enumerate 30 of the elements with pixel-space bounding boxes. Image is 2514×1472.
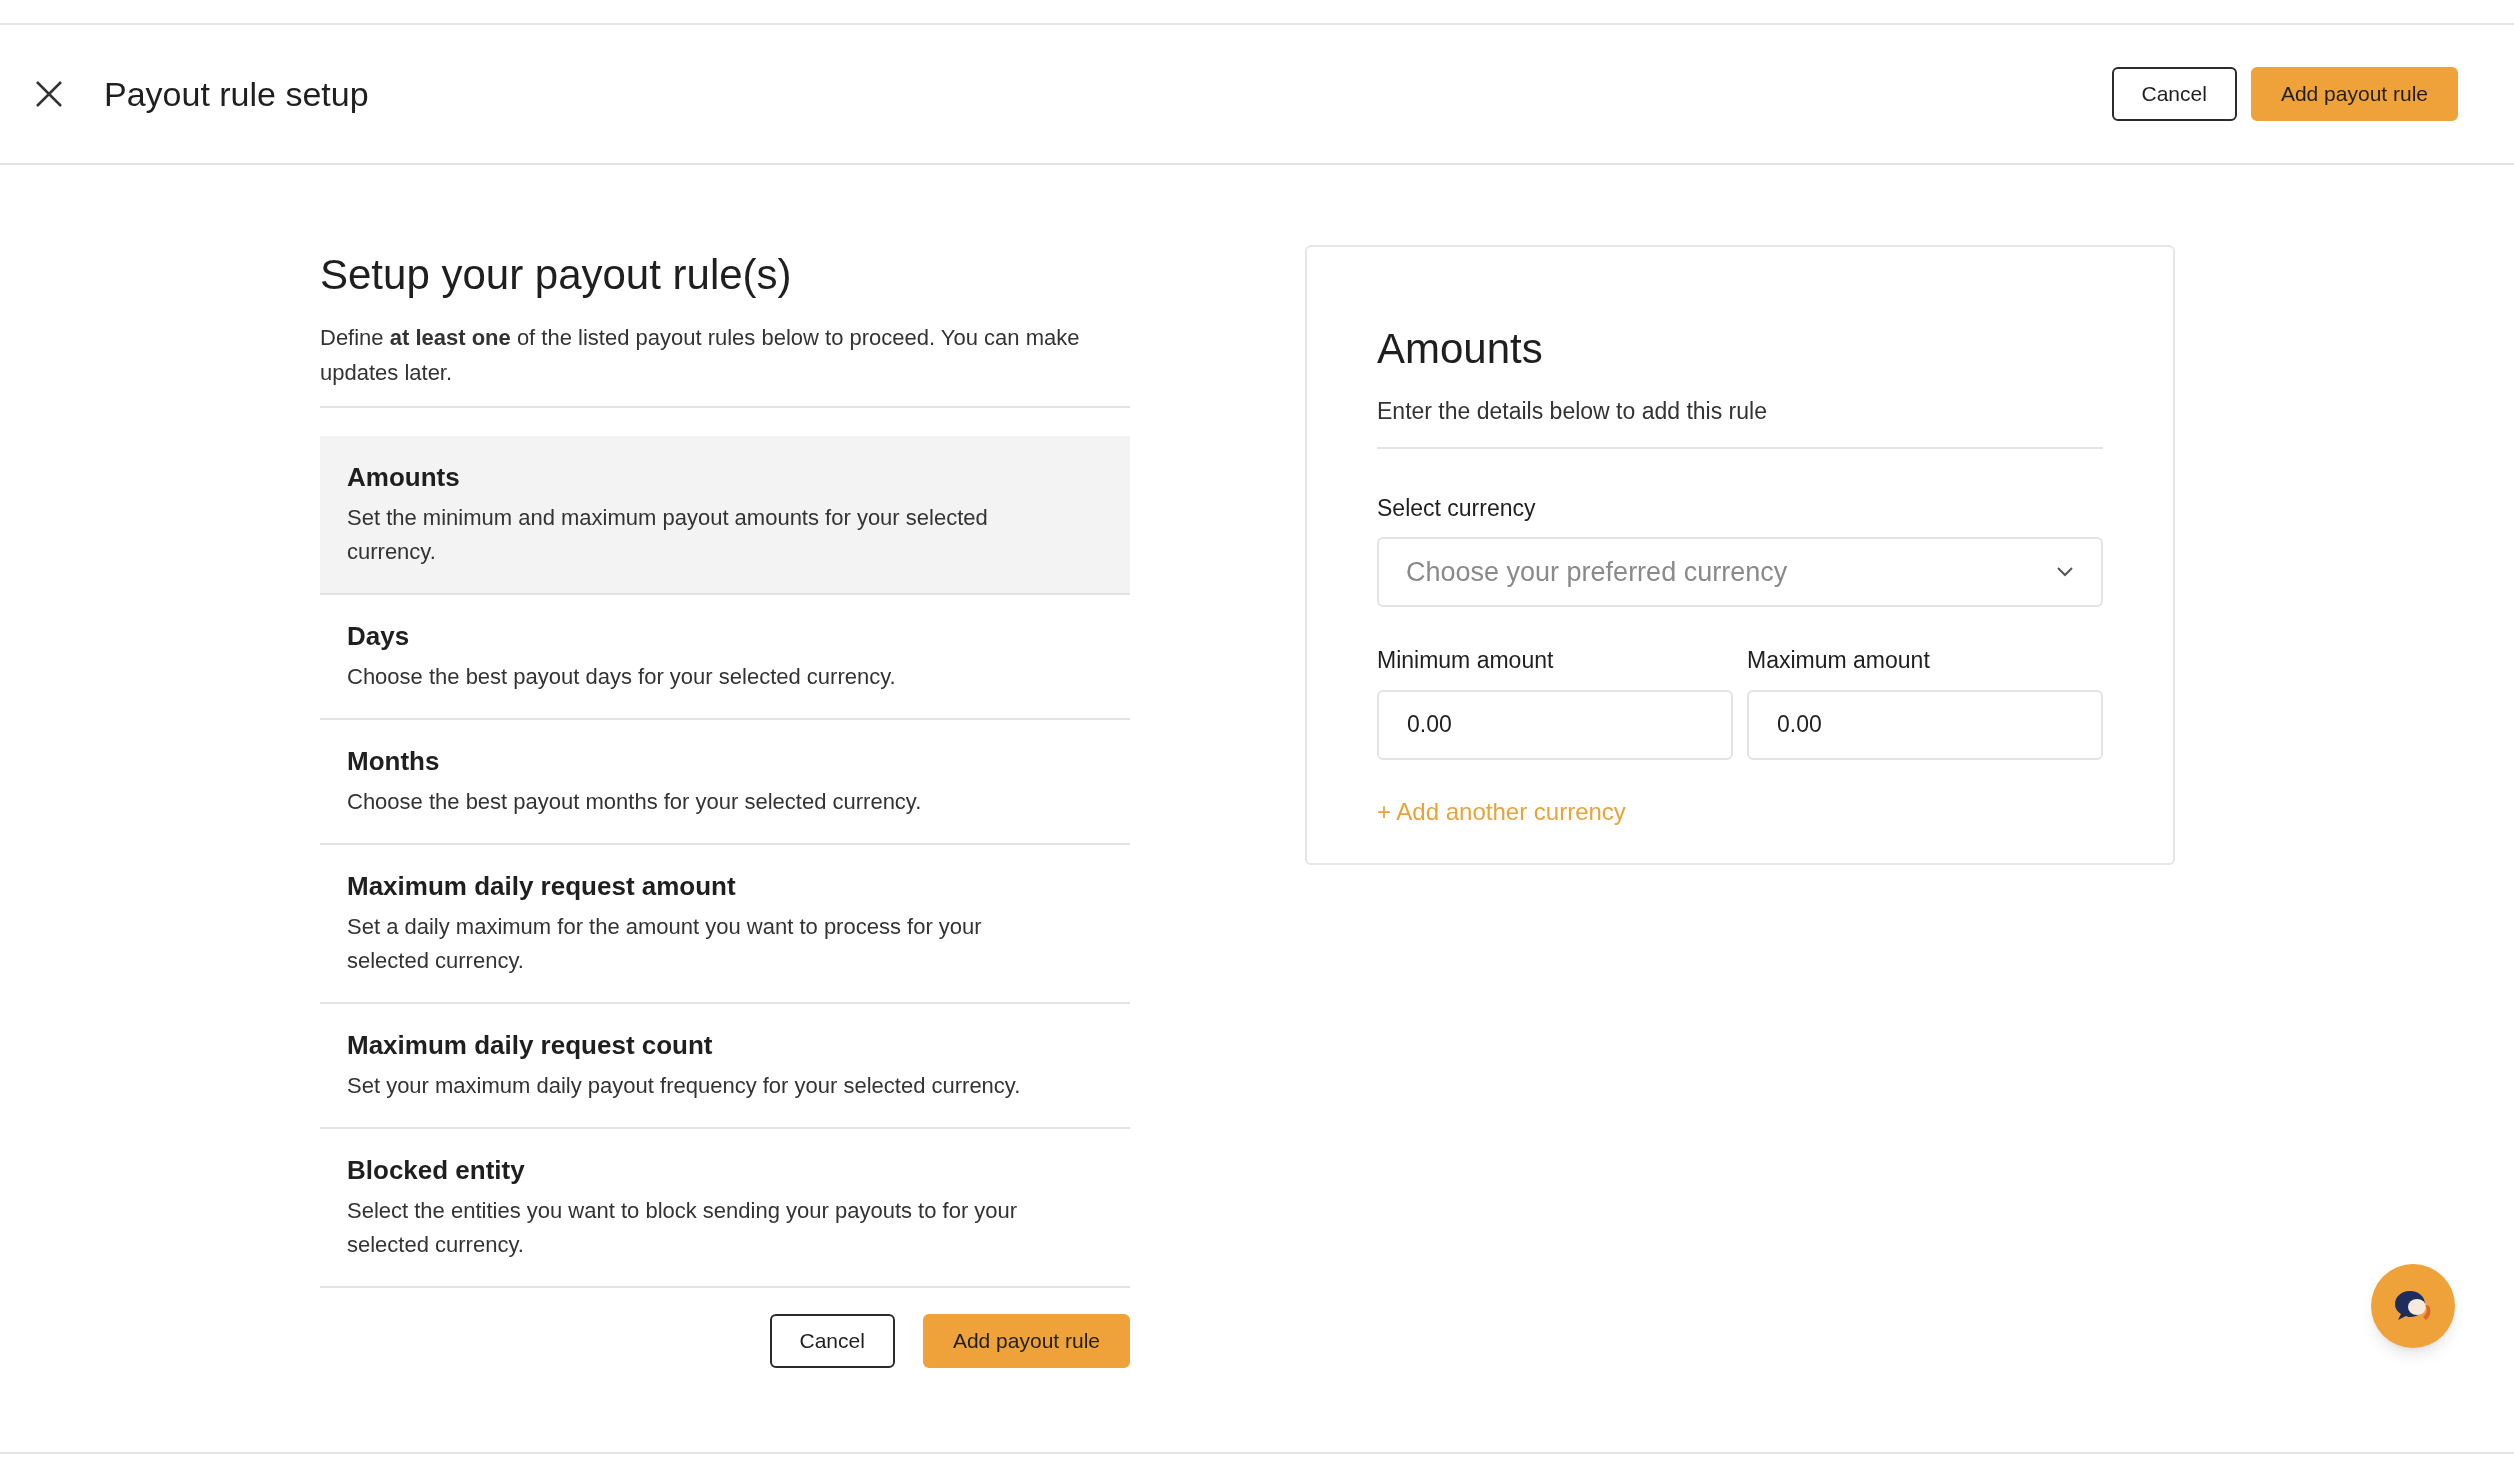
panel-subtitle: Enter the details below to add this rule [1377,394,2103,449]
add-payout-rule-button[interactable]: Add payout rule [922,1314,1130,1368]
field-label: Maximum amount [1747,646,1931,675]
field-label: Minimum amount [1377,646,1555,675]
section-description: Define at least one of the listed payout rules below to proceed. You can make updates later. [320,324,1081,387]
rule-title: Maximum daily request count [347,1029,714,1062]
rule-description: Set your maximum daily payout frequency for your selected currency. [347,1072,1022,1100]
rule-title: Months [347,745,441,778]
page-title: Payout rule setup [104,73,369,115]
rule-title: Amounts [347,461,461,494]
rule-description: Set the minimum and maximum payout amounts for your selected currency. [347,504,989,566]
amount-input[interactable]: 0.00 [1747,689,2103,760]
field-label: Select currency [1377,493,1537,523]
rule-description: Choose the best payout months for your selected currency. [347,788,923,816]
amount-input[interactable]: 0.00 [1377,689,1733,760]
section-title: Setup your payout rule(s) [320,250,793,300]
rule-description: Set a daily maximum for the amount you want to process for your selected currency. [347,913,983,975]
rule-item[interactable]: Amounts Set the minimum and maximum payout amounts for your selected currency. [320,436,1130,595]
panel-title: Amounts [1377,324,1544,374]
cancel-button[interactable]: Cancel [769,1314,895,1368]
cancel-button[interactable]: Cancel [2111,67,2237,121]
dropdown-placeholder: Choose your preferred currency [1406,555,1788,589]
close-icon[interactable] [34,79,64,109]
rule-description: Select the entities you want to block sending your payouts to for your selected currency. [347,1197,1019,1259]
rule-description: Choose the best payout days for your selected currency. [347,663,897,691]
rule-title: Days [347,620,411,653]
rule-title: Blocked entity [347,1154,526,1187]
rule-title: Maximum daily request amount [347,870,737,903]
add-payout-rule-button[interactable]: Add payout rule [2250,67,2458,121]
chevron-down-icon [2056,566,2074,578]
